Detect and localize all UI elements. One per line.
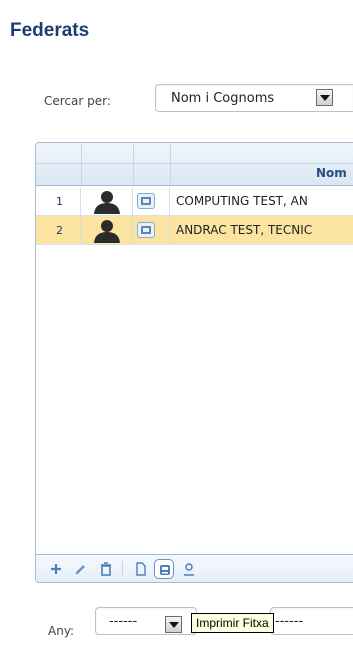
page-title: Federats	[10, 20, 90, 41]
year-label: Any:	[48, 624, 75, 638]
secondary-select[interactable]: ------	[270, 607, 353, 635]
tooltip: Imprimir Fitxa	[191, 613, 274, 633]
row-name: COMPUTING TEST, AN	[176, 194, 308, 208]
search-by-value: Nom i Cognoms	[171, 91, 275, 106]
chevron-down-icon[interactable]	[316, 89, 333, 106]
col-divider	[170, 143, 171, 185]
secondary-value: ------	[275, 614, 304, 629]
chevron-down-icon[interactable]	[165, 616, 182, 633]
col-divider	[81, 143, 82, 185]
table-row[interactable]: 1 COMPUTING TEST, AN	[36, 187, 353, 216]
person-silhouette-icon	[94, 220, 120, 243]
search-by-select[interactable]: Nom i Cognoms	[155, 84, 353, 112]
print-icon[interactable]	[154, 559, 174, 579]
document-icon[interactable]	[131, 559, 151, 579]
person-silhouette-icon	[94, 191, 120, 214]
header-divider	[36, 163, 353, 164]
year-value: ------	[109, 614, 138, 629]
row-number: 1	[36, 187, 81, 215]
grid-toolbar	[36, 554, 353, 582]
column-header-name[interactable]: Nom	[316, 166, 347, 180]
photo-cell	[81, 216, 133, 244]
card-cell	[133, 187, 170, 215]
photo-cell	[81, 187, 133, 215]
add-icon[interactable]	[46, 559, 66, 579]
row-name: ANDRAC TEST, TECNIC	[176, 223, 313, 237]
edit-icon[interactable]	[71, 559, 91, 579]
id-card-icon[interactable]	[137, 222, 155, 238]
table-row-selected[interactable]: 2 ANDRAC TEST, TECNIC	[36, 216, 353, 245]
card-cell	[133, 216, 170, 244]
col-divider	[133, 143, 134, 185]
grid-header: Nom	[36, 143, 353, 186]
id-card-icon[interactable]	[137, 193, 155, 209]
delete-icon[interactable]	[96, 559, 116, 579]
federats-grid: Nom 1 COMPUTING TEST, AN 2 ANDRAC TEST, …	[35, 142, 353, 583]
person-icon[interactable]	[179, 559, 199, 579]
year-select[interactable]: ------	[95, 607, 197, 635]
row-number: 2	[36, 216, 81, 244]
toolbar-separator	[122, 561, 123, 577]
search-by-label: Cercar per:	[44, 94, 111, 108]
